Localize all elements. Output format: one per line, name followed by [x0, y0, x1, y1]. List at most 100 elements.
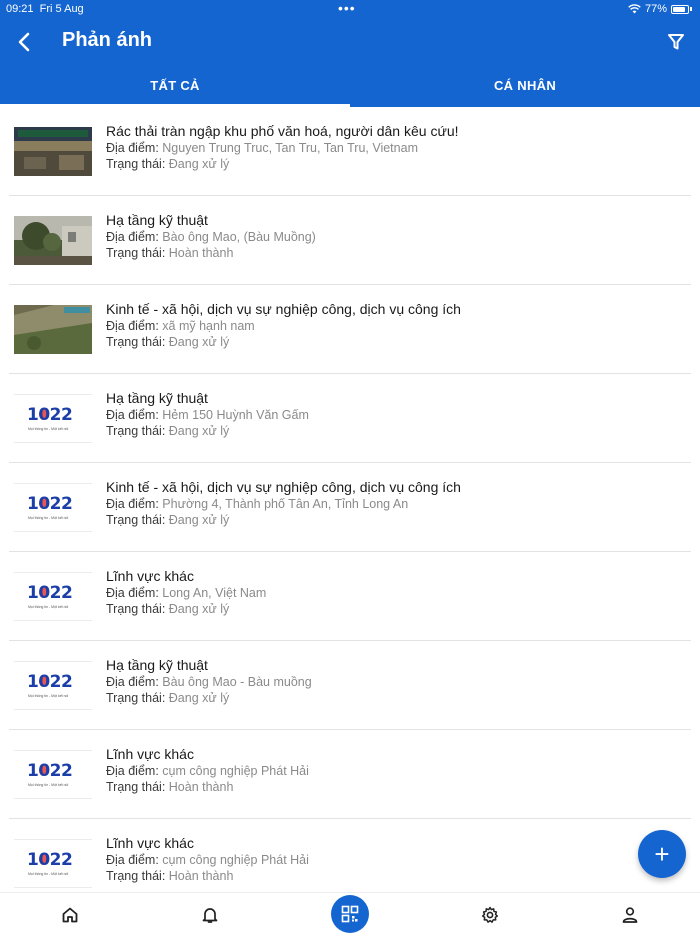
report-item[interactable]: 1022 Mọi thông tin - Một kết nối Lĩnh vực …: [9, 552, 691, 641]
report-text: Rác thải tràn ngập khu phố văn hoá, ngườ…: [106, 122, 685, 172]
tab-bar: TẤT CẢ CÁ NHÂN: [0, 64, 700, 107]
report-list: Rác thải tràn ngập khu phố văn hoá, ngườ…: [0, 107, 700, 892]
report-text: Hạ tầng kỹ thuật Địa điểm: Bào ông Mao, (…: [106, 211, 685, 261]
nav-home-button[interactable]: [58, 903, 82, 927]
report-location: Địa điểm: Phường 4, Thành phố Tân An, Tỉ…: [106, 497, 685, 512]
report-title: Kinh tế - xã hội, dịch vụ sự nghiệp công…: [106, 479, 461, 495]
logo-1022: 1022 Mọi thông tin - Một kết nối: [14, 839, 92, 888]
report-status: Trạng thái: Đang xử lý: [106, 602, 685, 617]
location-label: Địa điểm:: [106, 319, 163, 333]
status-label: Trạng thái:: [106, 157, 169, 171]
wifi-icon: [628, 4, 641, 14]
report-item[interactable]: Hạ tầng kỹ thuật Địa điểm: Bào ông Mao, (…: [9, 196, 691, 285]
logo-number: 1022: [27, 405, 73, 425]
qr-icon: [341, 905, 359, 923]
status-value: Hoàn thành: [168, 246, 234, 260]
filter-button[interactable]: [662, 28, 690, 56]
report-item[interactable]: 1022 Mọi thông tin - Một kết nối Lĩnh vực …: [9, 730, 691, 819]
report-thumbnail: 1022 Mọi thông tin - Một kết nối: [14, 483, 92, 532]
multitask-dots-icon[interactable]: •••: [338, 0, 356, 16]
logo-1022: 1022 Mọi thông tin - Một kết nối: [14, 750, 92, 799]
bell-icon: [202, 908, 218, 923]
location-value: Bào ông Mao, (Bàu Muồng): [162, 230, 316, 244]
nav-qr-scan-button[interactable]: [331, 895, 369, 933]
status-label: Trạng thái:: [106, 780, 169, 794]
page-title: Phản ánh: [62, 29, 153, 51]
status-value: Đang xử lý: [168, 513, 230, 527]
location-label: Địa điểm:: [106, 675, 163, 689]
battery-icon: [671, 4, 689, 14]
report-location: Địa điểm: cụm công nghiệp Phát Hải: [106, 853, 685, 868]
status-value: Đang xử lý: [168, 691, 230, 705]
report-text: Kinh tế - xã hội, dịch vụ sự nghiệp công…: [106, 478, 685, 528]
report-location: Địa điểm: Bào ông Mao, (Bàu Muồng): [106, 230, 685, 245]
logo-number: 1022: [27, 850, 73, 870]
report-thumbnail: [14, 127, 92, 176]
user-icon: [622, 907, 638, 923]
report-photo: [14, 216, 92, 265]
report-text: Lĩnh vực khác Địa điểm: cụm công nghiệp P…: [106, 834, 685, 884]
logo-number: 1022: [27, 583, 73, 603]
report-text: Hạ tầng kỹ thuật Địa điểm: Hẻm 150 Huỳnh …: [106, 389, 685, 439]
location-label: Địa điểm:: [106, 764, 163, 778]
report-item[interactable]: Kinh tế - xã hội, dịch vụ sự nghiệp công…: [9, 285, 691, 374]
report-title: Hạ tầng kỹ thuật: [106, 390, 208, 406]
gear-icon: [481, 906, 499, 923]
report-thumbnail: 1022 Mọi thông tin - Một kết nối: [14, 661, 92, 710]
report-photo: [14, 127, 92, 176]
report-status: Trạng thái: Hoàn thành: [106, 246, 685, 261]
status-label: Trạng thái:: [106, 424, 169, 438]
plus-icon: +: [654, 838, 670, 869]
report-thumbnail: 1022 Mọi thông tin - Một kết nối: [14, 750, 92, 799]
report-item[interactable]: 1022 Mọi thông tin - Một kết nối Hạ tầng k…: [9, 641, 691, 730]
nav-notifications-button[interactable]: [198, 903, 222, 927]
nav-settings-button[interactable]: [478, 903, 502, 927]
logo-1022: 1022 Mọi thông tin - Một kết nối: [14, 572, 92, 621]
status-label: Trạng thái:: [106, 246, 169, 260]
report-thumbnail: 1022 Mọi thông tin - Một kết nối: [14, 839, 92, 888]
report-thumbnail: 1022 Mọi thông tin - Một kết nối: [14, 572, 92, 621]
location-label: Địa điểm:: [106, 853, 163, 867]
logo-tagline: Mọi thông tin - Một kết nối: [28, 694, 69, 698]
report-location: Địa điểm: Nguyen Trung Truc, Tan Tru, Ta…: [106, 141, 685, 156]
back-button[interactable]: [8, 26, 40, 58]
location-label: Địa điểm:: [106, 408, 163, 422]
nav-profile-button[interactable]: [618, 903, 642, 927]
report-title: Rác thải tràn ngập khu phố văn hoá, ngườ…: [106, 123, 459, 139]
report-title: Hạ tầng kỹ thuật: [106, 657, 208, 673]
location-value: Phường 4, Thành phố Tân An, Tỉnh Long An: [162, 497, 409, 511]
report-text: Hạ tầng kỹ thuật Địa điểm: Bàu ông Mao - …: [106, 656, 685, 706]
status-label: Trạng thái:: [106, 869, 169, 883]
tab-all[interactable]: TẤT CẢ: [0, 64, 350, 107]
report-location: Địa điểm: xã mỹ hạnh nam: [106, 319, 685, 334]
battery-percent: 77%: [644, 3, 667, 15]
status-bar: 09:21 Fri 5 Aug ••• 77%: [0, 0, 700, 18]
tab-personal[interactable]: CÁ NHÂN: [350, 64, 700, 107]
logo-tagline: Mọi thông tin - Một kết nối: [28, 872, 69, 876]
report-item[interactable]: Rác thải tràn ngập khu phố văn hoá, ngườ…: [9, 107, 691, 196]
logo-number: 1022: [27, 494, 73, 514]
status-value: Đang xử lý: [168, 157, 230, 171]
report-title: Lĩnh vực khác: [106, 835, 194, 851]
report-item[interactable]: 1022 Mọi thông tin - Một kết nối Lĩnh vực …: [9, 819, 691, 892]
location-value: Nguyen Trung Truc, Tan Tru, Tan Tru, Vie…: [162, 141, 418, 155]
logo-1022: 1022 Mọi thông tin - Một kết nối: [14, 394, 92, 443]
report-item[interactable]: 1022 Mọi thông tin - Một kết nối Hạ tầng k…: [9, 374, 691, 463]
report-thumbnail: 1022 Mọi thông tin - Một kết nối: [14, 394, 92, 443]
report-status: Trạng thái: Hoàn thành: [106, 780, 685, 795]
logo-tagline: Mọi thông tin - Một kết nối: [28, 516, 69, 520]
bottom-nav: [0, 892, 700, 934]
location-label: Địa điểm:: [106, 230, 163, 244]
filter-icon: [668, 34, 684, 50]
report-item[interactable]: 1022 Mọi thông tin - Một kết nối Kinh tế -…: [9, 463, 691, 552]
location-value: xã mỹ hạnh nam: [162, 319, 255, 333]
logo-tagline: Mọi thông tin - Một kết nối: [28, 605, 69, 609]
report-text: Lĩnh vực khác Địa điểm: Long An, Việt Nam…: [106, 567, 685, 617]
logo-number: 1022: [27, 761, 73, 781]
report-thumbnail: [14, 305, 92, 354]
logo-1022: 1022 Mọi thông tin - Một kết nối: [14, 483, 92, 532]
report-title: Kinh tế - xã hội, dịch vụ sự nghiệp công…: [106, 301, 461, 317]
add-report-button[interactable]: +: [638, 830, 686, 878]
location-value: cụm công nghiệp Phát Hải: [162, 853, 309, 867]
title-bar: Phản ánh: [0, 20, 700, 64]
